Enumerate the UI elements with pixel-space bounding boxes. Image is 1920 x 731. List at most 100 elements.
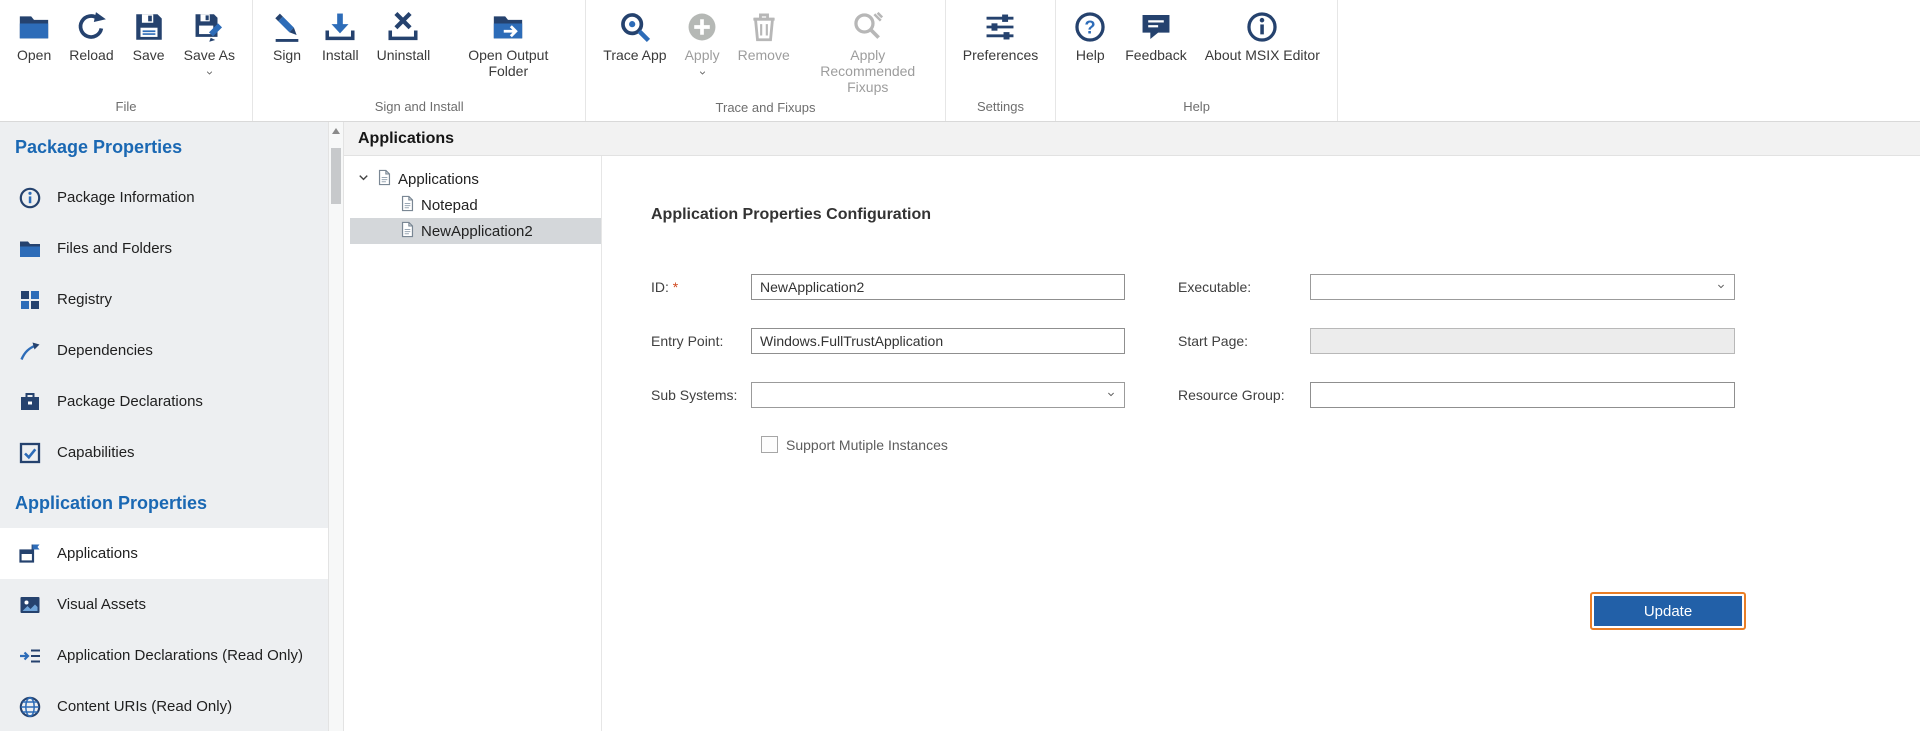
sidebar-item-label: Package Declarations xyxy=(57,393,203,410)
sidebar-item-label: Registry xyxy=(57,291,112,308)
ribbon-item-label: Remove xyxy=(738,47,790,63)
form-row-2: Entry Point: Start Page: xyxy=(651,328,1920,354)
id-label-text: ID: xyxy=(651,279,669,295)
ribbon-feedback-button[interactable]: Feedback xyxy=(1116,8,1195,65)
app-declarations-icon xyxy=(18,644,42,668)
executable-label: Executable: xyxy=(1178,279,1310,295)
ribbon-install-button[interactable]: Install xyxy=(313,8,368,65)
sidebar-item-files-and-folders[interactable]: Files and Folders xyxy=(0,223,328,274)
ribbon-group-label-settings: Settings xyxy=(954,96,1047,121)
tree-root-label: Applications xyxy=(398,171,479,188)
ribbon-item-label: Feedback xyxy=(1125,47,1186,63)
tree-expander-icon[interactable] xyxy=(356,170,371,189)
start-page-input xyxy=(1310,328,1735,354)
sidebar-item-capabilities[interactable]: Capabilities xyxy=(0,427,328,478)
ribbon-remove-button: Remove xyxy=(729,8,799,65)
ribbon-about-msix-editor-button[interactable]: About MSIX Editor xyxy=(1196,8,1329,65)
sidebar-item-applications[interactable]: Applications xyxy=(0,528,328,579)
ribbon-group-file: Open Reload SaveSave As File xyxy=(0,0,253,121)
fixups-icon xyxy=(851,10,885,44)
resource-group-input[interactable] xyxy=(1310,382,1735,408)
capabilities-icon xyxy=(18,441,42,465)
id-label: ID: * xyxy=(651,279,751,295)
apply-icon xyxy=(685,10,719,44)
main-panel: Applications Applications Notepad NewAppli… xyxy=(344,122,1920,731)
preferences-icon xyxy=(983,10,1017,44)
ribbon-item-label: Uninstall xyxy=(377,47,431,63)
ribbon-open-button[interactable]: Open xyxy=(8,8,60,65)
ribbon-toolbar: Open Reload SaveSave As File SignInstall Unin… xyxy=(0,0,1920,122)
ribbon-open-output-folder-button[interactable]: Open Output Folder xyxy=(439,8,577,81)
update-button-focus-ring: Update xyxy=(1590,592,1746,630)
ribbon-group-settings: Preferences Settings xyxy=(946,0,1056,121)
applications-tree: Applications Notepad NewApplication2 xyxy=(344,156,602,731)
sidebar-item-package-information[interactable]: Package Information xyxy=(0,172,328,223)
info-icon xyxy=(18,186,42,210)
id-input[interactable] xyxy=(751,274,1125,300)
ribbon-save-as-button[interactable]: Save As xyxy=(175,8,244,84)
registry-icon xyxy=(18,288,42,312)
support-multiple-instances-checkbox[interactable]: Support Mutiple Instances xyxy=(761,436,948,453)
ribbon-save-button[interactable]: Save xyxy=(123,8,175,65)
ribbon-apply-recommended-fixups-button: Apply Recommended Fixups xyxy=(799,8,937,97)
visual-assets-icon xyxy=(18,593,42,617)
ribbon-item-label: Apply xyxy=(685,47,720,63)
entry-point-label: Entry Point: xyxy=(651,333,751,349)
ribbon-preferences-button[interactable]: Preferences xyxy=(954,8,1047,65)
tree-root-applications[interactable]: Applications xyxy=(350,166,601,192)
scrollbar-up-arrow-icon[interactable] xyxy=(332,128,340,134)
ribbon-group-label-trace-and-fixups: Trace and Fixups xyxy=(594,97,936,122)
document-icon xyxy=(376,169,393,190)
sidebar-item-label: Capabilities xyxy=(57,444,135,461)
sidebar-scrollbar[interactable] xyxy=(328,122,344,731)
sidebar-heading-package-properties: Package Properties xyxy=(0,122,328,172)
form-row-3: Sub Systems: Resource Group: xyxy=(651,382,1920,408)
ribbon-item-label: Preferences xyxy=(963,47,1038,63)
msix-editor-window: Open Reload SaveSave As File SignInstall Unin… xyxy=(0,0,1920,731)
start-page-label: Start Page: xyxy=(1178,333,1310,349)
entry-point-input[interactable] xyxy=(751,328,1125,354)
ribbon-item-label: Reload xyxy=(69,47,113,63)
ribbon-apply-button: Apply xyxy=(676,8,729,84)
application-properties-form: Application Properties Configuration ID:… xyxy=(602,156,1920,731)
tree-item-notepad[interactable]: Notepad xyxy=(350,192,601,218)
ribbon-sign-button[interactable]: Sign xyxy=(261,8,313,65)
executable-dropdown[interactable] xyxy=(1310,274,1735,300)
required-asterisk: * xyxy=(673,279,678,295)
tree-item-newapplication2[interactable]: NewApplication2 xyxy=(350,218,601,244)
panel-title: Applications xyxy=(358,130,454,148)
checkbox-box[interactable] xyxy=(761,436,778,453)
ribbon-uninstall-button[interactable]: Uninstall xyxy=(368,8,440,65)
sidebar-item-label: Package Information xyxy=(57,189,195,206)
ribbon-group-label-sign-and-install: Sign and Install xyxy=(261,96,577,121)
ribbon-help-button[interactable]: ?Help xyxy=(1064,8,1116,65)
sidebar-item-registry[interactable]: Registry xyxy=(0,274,328,325)
sidebar-item-label: Content URIs (Read Only) xyxy=(57,698,232,715)
sub-systems-dropdown[interactable] xyxy=(751,382,1125,408)
ribbon-item-label: Trace App xyxy=(603,47,666,63)
update-button[interactable]: Update xyxy=(1594,596,1742,626)
sidebar-item-visual-assets[interactable]: Visual Assets xyxy=(0,579,328,630)
globe-icon xyxy=(18,695,42,719)
form-row-4: Support Mutiple Instances xyxy=(651,436,1920,453)
ribbon-trace-app-button[interactable]: Trace App xyxy=(594,8,675,65)
install-icon xyxy=(323,10,357,44)
tree-item-label: Notepad xyxy=(421,197,478,214)
sidebar-item-application-declarations-read-only[interactable]: Application Declarations (Read Only) xyxy=(0,630,328,681)
sidebar-item-package-declarations[interactable]: Package Declarations xyxy=(0,376,328,427)
scrollbar-thumb[interactable] xyxy=(331,148,341,204)
document-icon xyxy=(399,221,416,242)
ribbon-item-label: Open Output Folder xyxy=(448,47,568,79)
ribbon-reload-button[interactable]: Reload xyxy=(60,8,122,65)
save-icon xyxy=(132,10,166,44)
sidebar-item-content-uris-read-only[interactable]: Content URIs (Read Only) xyxy=(0,681,328,731)
sign-icon xyxy=(270,10,304,44)
open-icon xyxy=(17,10,51,44)
ribbon-group-label-file: File xyxy=(8,96,244,121)
declarations-icon xyxy=(18,390,42,414)
sidebar-item-dependencies[interactable]: Dependencies xyxy=(0,325,328,376)
resource-group-label: Resource Group: xyxy=(1178,387,1310,403)
chevron-down-icon xyxy=(1105,386,1117,404)
ribbon-group-label-help: Help xyxy=(1064,96,1329,121)
ribbon-group-trace-and-fixups: Trace App Apply Remove Apply Recommended Fi… xyxy=(586,0,945,121)
